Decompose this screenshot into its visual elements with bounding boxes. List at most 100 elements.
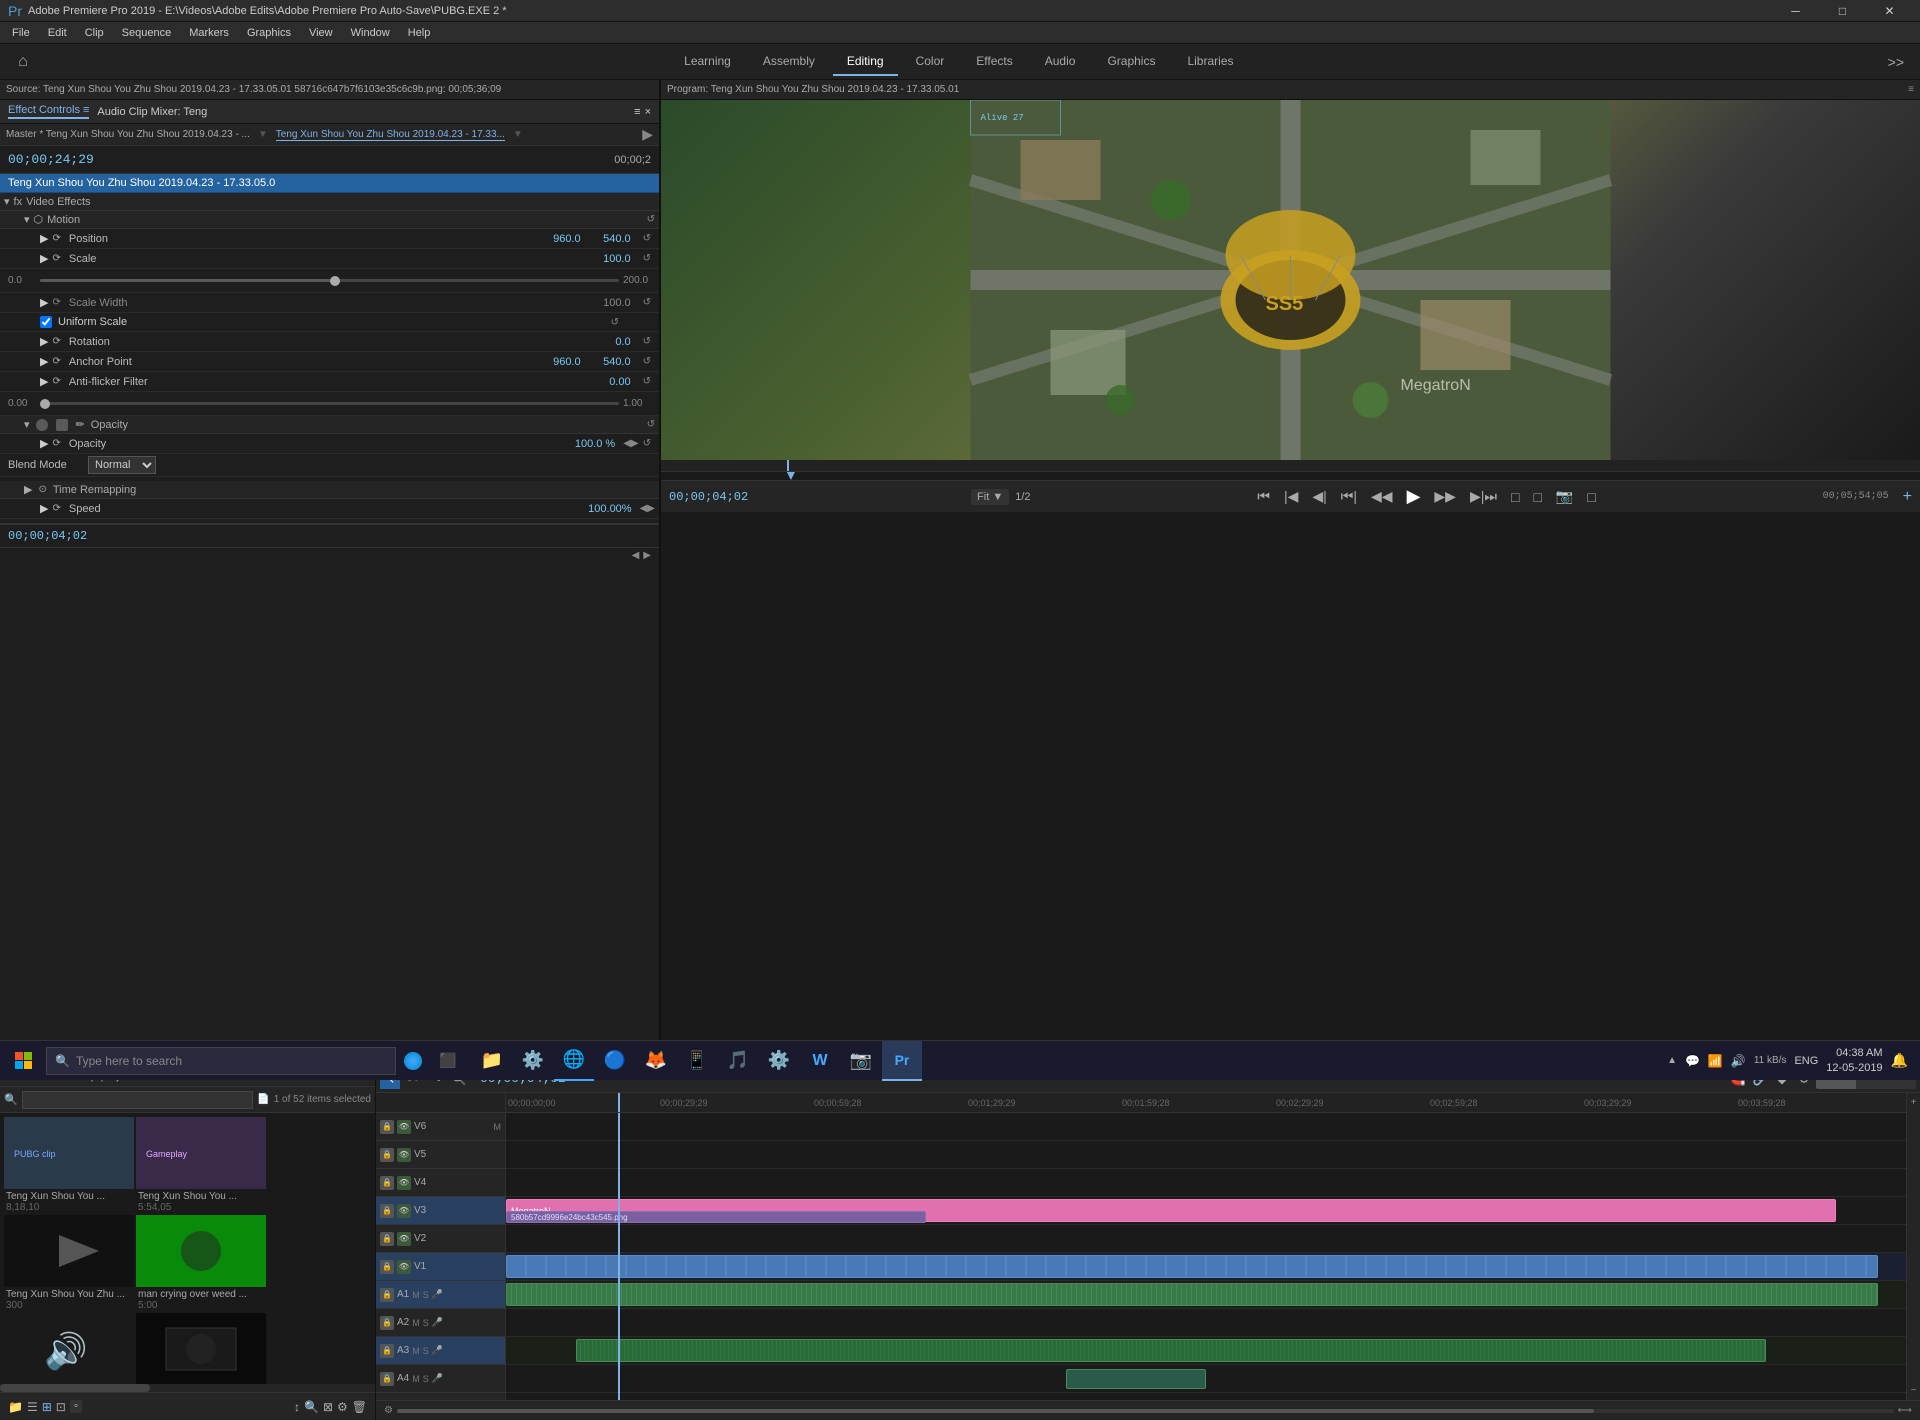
network-icon[interactable]: 📶 [1708,1054,1723,1068]
position-animate-icon[interactable]: ⟳ [52,233,60,244]
a3-s[interactable]: S [423,1346,429,1356]
tab-effect-controls[interactable]: Effect Controls ≡ [8,104,89,119]
project-item-5[interactable]: TYLER1 FULL GATLIN... 43:11 [136,1313,266,1384]
speed-toggle[interactable]: ▶ [40,502,48,515]
opacity-val-toggle[interactable]: ▶ [40,437,48,450]
tl-top-plus[interactable]: + [1911,1097,1917,1108]
new-bin-icon[interactable]: 📁 [8,1400,23,1414]
anti-flicker-value[interactable]: 0.00 [589,376,639,388]
menu-file[interactable]: File [4,25,38,41]
search-bar[interactable]: 🔍 Type here to search [46,1047,396,1075]
rotation-reset[interactable]: ↺ [639,336,655,347]
a4-mic[interactable]: 🎤 [432,1373,443,1384]
tl-fit-icon[interactable]: ⟷ [1898,1405,1912,1416]
anti-flicker-icon[interactable]: ⟳ [52,376,60,387]
scale-reset[interactable]: ↺ [639,253,655,264]
a3-m[interactable]: M [412,1346,420,1356]
tab-effects[interactable]: Effects [962,48,1026,76]
menu-help[interactable]: Help [400,25,439,41]
scale-animate-icon[interactable]: ⟳ [52,253,60,264]
project-item-0[interactable]: PUBG clip Teng Xun Shou You ... 8,18,10 [4,1117,134,1213]
ec-scroll-left[interactable]: ◀ [632,550,640,561]
position-x[interactable]: 960.0 [539,233,589,245]
go-to-out-btn[interactable]: ▶|⏭ [1466,486,1501,507]
v4-eye[interactable]: 👁 [397,1176,411,1190]
expand-icon[interactable]: ▶ [642,126,653,143]
v2-eye[interactable]: 👁 [397,1232,411,1246]
taskbar-camera[interactable]: 📷 [841,1041,881,1081]
tl-bottom-minus[interactable]: − [1911,1385,1917,1396]
source-panel-close[interactable]: × [645,106,651,118]
track-a4[interactable] [506,1365,1906,1393]
track-v3[interactable]: MegatroN 580b57cd9996e24bc43c545.png [506,1197,1906,1225]
volume-icon[interactable]: 🔊 [1731,1054,1746,1068]
grid-view-icon[interactable]: ⊞ [42,1400,52,1414]
scale-slider[interactable] [40,279,619,282]
opacity-next[interactable]: ▶ [631,438,639,449]
settings-icon[interactable]: ⚙ [337,1400,348,1414]
track-a2[interactable] [506,1309,1906,1337]
scale-width-icon[interactable]: ⟳ [52,297,60,308]
timeline-zoom-bar[interactable] [397,1409,1894,1413]
v4-lock[interactable]: 🔒 [380,1176,394,1190]
opacity-val-reset[interactable]: ↺ [639,438,655,449]
taskbar-settings[interactable]: ⚙️ [513,1041,553,1081]
ec-scroll-right[interactable]: ▶ [643,550,651,561]
notifications-button[interactable]: 🔔 [1891,1052,1908,1069]
rotation-toggle[interactable]: ▶ [40,335,48,348]
add-button[interactable]: + [1903,488,1912,506]
rotation-value[interactable]: 0.0 [589,336,639,348]
scale-width-value[interactable]: 100.0 [589,297,639,309]
clip-a1[interactable] [506,1283,1878,1306]
freeform-icon[interactable]: ⊡ [56,1400,66,1414]
insert-btn[interactable]: □ [1507,487,1523,507]
tab-libraries[interactable]: Libraries [1173,48,1247,76]
anchor-y[interactable]: 540.0 [589,356,639,368]
source-panel-more[interactable]: ≡ [634,106,640,118]
menu-graphics[interactable]: Graphics [239,25,299,41]
clear-search-icon[interactable]: ⊠ [323,1400,333,1414]
project-search-input[interactable] [22,1091,254,1109]
clip-a4[interactable] [1066,1369,1206,1389]
clip-v3-img[interactable]: 580b57cd9996e24bc43c545.png [506,1211,926,1223]
opacity-prev[interactable]: ◀ [623,438,631,449]
speed-next[interactable]: ▶ [647,503,655,514]
a2-m[interactable]: M [412,1318,420,1328]
v3-eye[interactable]: 👁 [397,1204,411,1218]
language-indicator[interactable]: ENG [1794,1055,1818,1067]
speed-prev[interactable]: ◀ [640,503,648,514]
scale-toggle[interactable]: ▶ [40,252,48,265]
play-in-to-out-btn[interactable]: ◀| [1308,486,1330,507]
anchor-toggle[interactable]: ▶ [40,355,48,368]
a3-lock[interactable]: 🔒 [380,1344,394,1358]
fit-dropdown[interactable]: Fit ▼ [971,489,1009,505]
v1-eye[interactable]: 👁 [397,1260,411,1274]
scale-width-toggle[interactable]: ▶ [40,296,48,309]
scale-width-reset[interactable]: ↺ [639,297,655,308]
a4-m[interactable]: M [412,1374,420,1384]
menu-sequence[interactable]: Sequence [114,25,180,41]
step-back-btn[interactable]: |◀ [1280,486,1302,507]
position-y[interactable]: 540.0 [589,233,639,245]
list-view-icon[interactable]: ☰ [27,1400,38,1414]
tab-graphics[interactable]: Graphics [1093,48,1169,76]
menu-markers[interactable]: Markers [181,25,237,41]
a2-s[interactable]: S [423,1318,429,1328]
clip-v1-main[interactable] [506,1255,1878,1278]
anti-flicker-reset[interactable]: ↺ [639,376,655,387]
cortana-button[interactable] [398,1046,428,1076]
close-button[interactable]: ✕ [1867,0,1912,22]
tab-editing[interactable]: Editing [833,48,898,76]
anchor-reset[interactable]: ↺ [639,356,655,367]
tab-assembly[interactable]: Assembly [749,48,829,76]
minimize-button[interactable]: ─ [1773,0,1818,22]
menu-window[interactable]: Window [343,25,398,41]
taskbar-music[interactable]: 🎵 [718,1041,758,1081]
v2-lock[interactable]: 🔒 [380,1232,394,1246]
menu-view[interactable]: View [301,25,341,41]
sort-icon[interactable]: ↕ [294,1400,300,1414]
go-to-in-btn[interactable]: ⏮| [1337,486,1361,507]
position-toggle[interactable]: ▶ [40,232,48,245]
project-scroll-thumb[interactable] [0,1384,150,1392]
v5-eye[interactable]: 👁 [397,1148,411,1162]
